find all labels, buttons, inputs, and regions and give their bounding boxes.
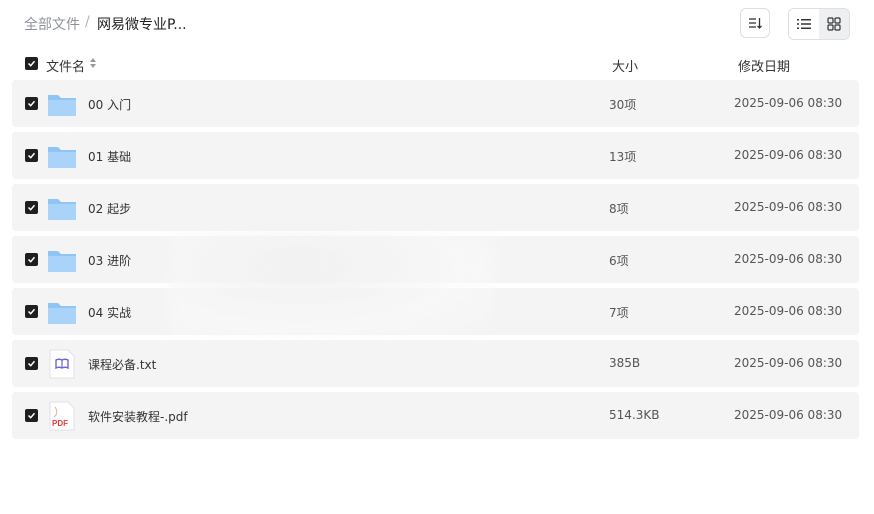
breadcrumb-root[interactable]: 全部文件 <box>24 14 80 34</box>
list-icon <box>797 19 811 29</box>
view-toggle <box>788 8 850 40</box>
check-icon <box>27 100 36 107</box>
file-date: 2025-09-06 08:30 <box>734 200 843 214</box>
check-icon <box>27 412 36 419</box>
file-row[interactable]: 01 基础 13项 2025-09-06 08:30 <box>12 132 859 179</box>
file-size: 30项 <box>609 98 637 112</box>
pdf-icon-label: PDF <box>52 419 68 428</box>
list-view-button[interactable] <box>789 9 819 39</box>
file-date: 2025-09-06 08:30 <box>734 252 843 266</box>
folder-icon <box>48 251 76 272</box>
sort-order-icon <box>749 18 762 29</box>
table-header: 文件名 大小 修改日期 <box>0 48 874 80</box>
file-row[interactable]: 00 入门 30项 2025-09-06 08:30 <box>12 80 859 127</box>
check-icon <box>27 204 36 211</box>
row-checkbox[interactable] <box>25 201 38 214</box>
breadcrumb-current: 网易微专业P... <box>97 17 187 33</box>
row-checkbox[interactable] <box>25 357 38 370</box>
row-checkbox[interactable] <box>25 97 38 110</box>
file-date: 2025-09-06 08:30 <box>734 356 843 370</box>
file-name[interactable]: 00 入门 <box>88 96 131 113</box>
row-checkbox[interactable] <box>25 305 38 318</box>
file-name[interactable]: 01 基础 <box>88 148 131 165</box>
file-date: 2025-09-06 08:30 <box>734 304 843 318</box>
row-checkbox[interactable] <box>25 149 38 162</box>
check-icon <box>27 152 36 159</box>
file-name[interactable]: 03 进阶 <box>88 252 131 269</box>
check-icon <box>27 360 36 367</box>
check-icon <box>27 60 36 67</box>
check-icon <box>27 308 36 315</box>
breadcrumb-separator: / <box>85 14 90 30</box>
folder-icon <box>48 147 76 168</box>
column-header-date[interactable]: 修改日期 <box>738 56 790 75</box>
file-row[interactable]: PDF 软件安装教程-.pdf 514.3KB 2025-09-06 08:30 <box>12 392 859 439</box>
column-header-name[interactable]: 文件名 <box>46 56 85 75</box>
file-size: 514.3KB <box>609 408 660 422</box>
file-date: 2025-09-06 08:30 <box>734 408 843 422</box>
file-row[interactable]: 课程必备.txt 385B 2025-09-06 08:30 <box>12 340 859 387</box>
file-name[interactable]: 04 实战 <box>88 304 131 321</box>
file-name[interactable]: 02 起步 <box>88 200 131 217</box>
folder-icon <box>48 95 76 116</box>
file-size: 13项 <box>609 150 637 164</box>
file-size: 6项 <box>609 254 629 268</box>
row-checkbox[interactable] <box>25 253 38 266</box>
row-checkbox[interactable] <box>25 409 38 422</box>
sort-button[interactable] <box>740 8 770 38</box>
file-size: 8项 <box>609 202 629 216</box>
pdf-file-icon: PDF <box>49 401 75 431</box>
toolbar: 全部文件 / 网易微专业P... <box>0 0 874 48</box>
file-row[interactable]: 02 起步 8项 2025-09-06 08:30 <box>12 184 859 231</box>
column-header-size[interactable]: 大小 <box>612 56 638 75</box>
sort-toggle-icon[interactable] <box>89 57 97 69</box>
file-date: 2025-09-06 08:30 <box>734 148 843 162</box>
blur-overlay <box>168 234 496 340</box>
folder-icon <box>48 199 76 220</box>
grid-view-button[interactable] <box>819 9 849 39</box>
file-date: 2025-09-06 08:30 <box>734 96 843 110</box>
grid-icon <box>827 17 841 31</box>
file-size: 7项 <box>609 306 629 320</box>
select-all-checkbox[interactable] <box>25 57 38 70</box>
text-file-icon <box>49 349 75 379</box>
file-name[interactable]: 课程必备.txt <box>88 356 156 373</box>
file-size: 385B <box>609 356 641 370</box>
folder-icon <box>48 303 76 324</box>
check-icon <box>27 256 36 263</box>
file-name[interactable]: 软件安装教程-.pdf <box>88 408 188 425</box>
